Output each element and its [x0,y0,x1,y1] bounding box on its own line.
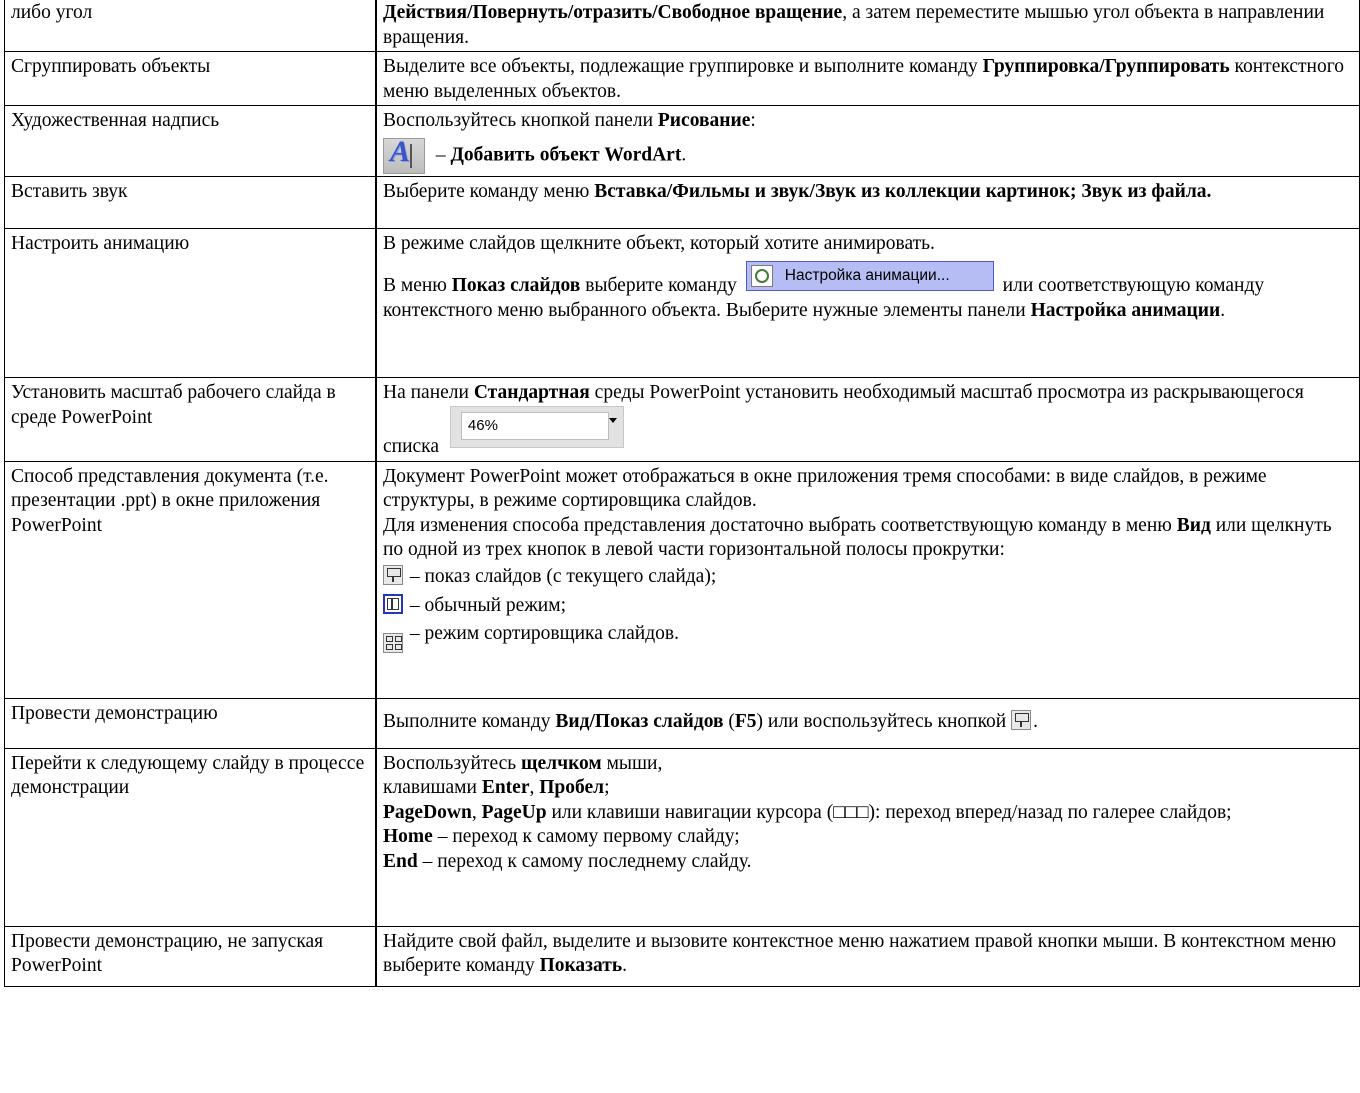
description-cell: Действия/Повернуть/отразить/Свободное вр… [375,0,1360,53]
description-cell: Воспользуйтесь кнопкой панели Рисование:… [375,105,1360,178]
action-cell: Вставить звук [4,176,377,230]
bold-term: Действия/Повернуть/отразить/Свободное вр… [383,2,843,23]
description-cell: Выполните команду Вид/Показ слайдов (F5)… [375,697,1360,749]
bold-term: PageUp [481,801,547,823]
bold-term: Вид/Показ слайдов [555,710,724,732]
description-cell: Выберите команду меню Вставка/Фильмы и з… [375,176,1360,230]
zoom-dropdown: 46% [449,405,624,448]
action-cell: Художественная надпись [4,105,377,178]
table-row: Настроить анимацию В режиме слайдов щелк… [4,228,1360,379]
bold-term: Вставка/Фильмы и звук/Звук из коллекции … [594,181,1212,203]
action-cell: Способ представления документа (т.е. пре… [4,460,377,699]
instructions-table: либо угол Действия/Повернуть/отразить/Св… [4,0,1360,987]
description-cell: В режиме слайдов щелкните объект, которы… [375,228,1360,379]
custom-animation-menu-item: Настройка анимации... [745,260,994,291]
description-cell: Документ PowerPoint может отображаться в… [375,460,1360,699]
slideshow-icon [383,564,403,585]
bold-term: Показ слайдов [451,274,581,296]
bold-term: F5 [734,710,757,732]
bold-term: End [383,850,418,872]
slide-sorter-icon [383,633,403,654]
table-row: Установить масштаб рабочего слайда в сре… [4,377,1360,462]
table-row: либо угол Действия/Повернуть/отразить/Св… [4,0,1360,53]
table-row: Провести демонстрацию Выполните команду … [4,697,1360,749]
wordart-icon: A [383,135,425,174]
table-row: Способ представления документа (т.е. пре… [4,460,1360,699]
action-cell: Настроить анимацию [4,228,377,379]
table-row: Перейти к следующему слайду в процессе д… [4,747,1360,927]
action-cell: Провести демонстрацию [4,697,377,749]
table-row: Вставить звук Выберите команду меню Вста… [4,176,1360,230]
description-cell: На панели Стандартная среды PowerPoint у… [375,377,1360,462]
action-cell: либо угол [4,0,377,53]
table-row: Сгруппировать объекты Выделите все объек… [4,51,1360,107]
bold-term: Добавить объект WordArt [450,144,682,166]
slideshow-icon [1011,709,1032,730]
bold-term: Стандартная [473,382,590,404]
bold-term: Вид [1176,514,1211,536]
bold-term: Показать [539,955,623,977]
bold-term: Home [383,826,433,848]
description-cell: Найдите свой файл, выделите и вызовите к… [375,925,1360,987]
chevron-down-icon [608,417,617,423]
bold-term: Пробел [539,777,605,799]
description-cell: Выделите все объекты, подлежащие группир… [375,51,1360,107]
bold-term: щелчком [521,752,602,774]
bold-term: Настройка анимации [1030,299,1221,321]
action-cell: Перейти к следующему слайду в процессе д… [4,747,377,927]
bold-term: Группировка/Группировать [982,56,1230,78]
action-cell: Провести демонстрацию, не запуская Power… [4,925,377,987]
bold-term: Enter [481,777,530,799]
action-cell: Сгруппировать объекты [4,51,377,107]
normal-view-icon [383,593,403,614]
bold-term: Рисование [657,110,751,132]
bold-term: PageDown [383,801,472,823]
action-cell: Установить масштаб рабочего слайда в сре… [4,377,377,462]
table-row: Провести демонстрацию, не запуская Power… [4,925,1360,987]
description-cell: Воспользуйтесь щелчком мыши, клавишами E… [375,747,1360,927]
animation-icon [750,264,773,287]
table-row: Художественная надпись Воспользуйтесь кн… [4,105,1360,178]
